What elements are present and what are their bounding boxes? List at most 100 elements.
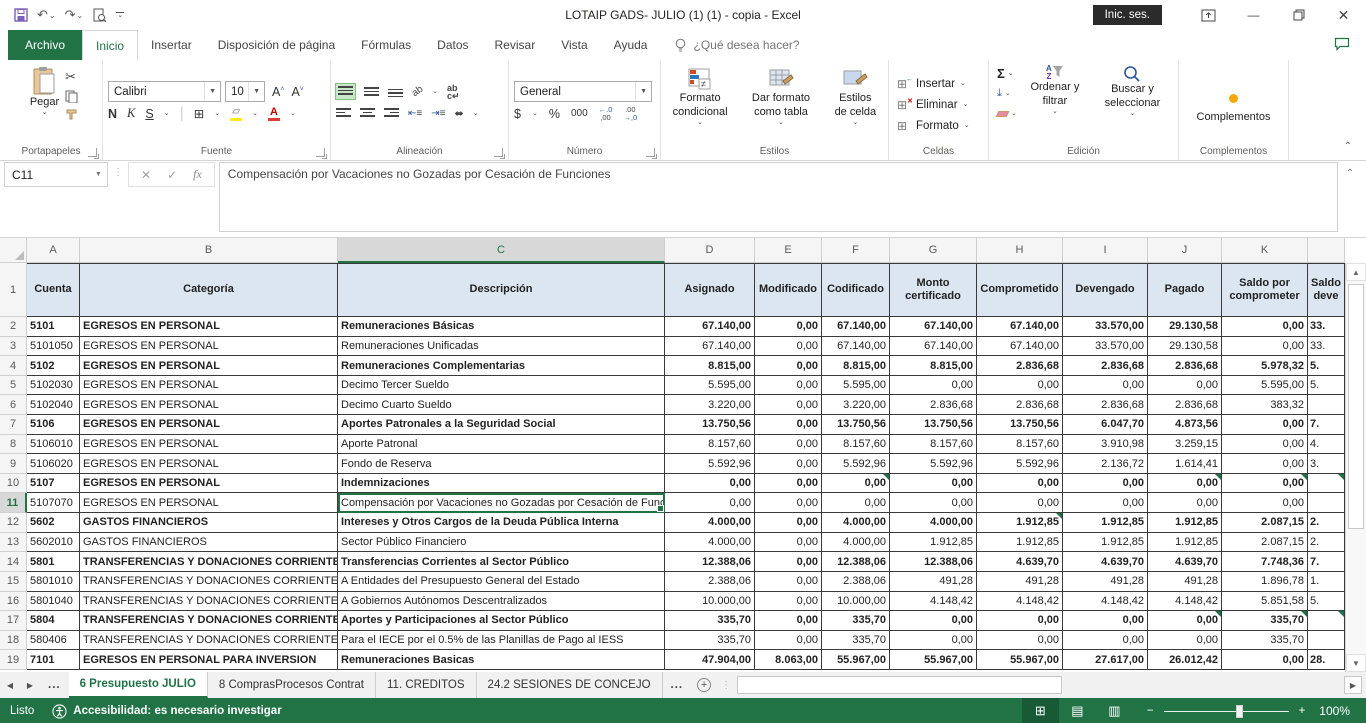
column-header-C[interactable]: C bbox=[338, 238, 665, 263]
cell-I13[interactable]: 1.912,85 bbox=[1063, 533, 1148, 553]
align-left-icon[interactable] bbox=[336, 108, 351, 119]
cell-F12[interactable]: 4.000,00 bbox=[822, 513, 890, 533]
cell-L11[interactable] bbox=[1308, 493, 1345, 513]
comments-icon[interactable] bbox=[1334, 37, 1350, 51]
cell-G5[interactable]: 0,00 bbox=[890, 376, 977, 396]
cell-F10[interactable]: 0,00 bbox=[822, 474, 890, 494]
cell-E2[interactable]: 0,00 bbox=[755, 317, 822, 337]
cell-A10[interactable]: 5107 bbox=[27, 474, 80, 494]
cell-L13[interactable]: 2. bbox=[1308, 533, 1345, 553]
column-header-E[interactable]: E bbox=[755, 238, 822, 263]
cell-K16[interactable]: 5.851,58 bbox=[1222, 592, 1308, 612]
cell-B5[interactable]: EGRESOS EN PERSONAL bbox=[80, 376, 338, 396]
print-preview-icon[interactable] bbox=[92, 8, 107, 23]
cell-I12[interactable]: 1.912,85 bbox=[1063, 513, 1148, 533]
confirm-entry-icon[interactable]: ✓ bbox=[167, 168, 177, 182]
decrease-font-icon[interactable]: A˅ bbox=[291, 85, 303, 99]
delete-cells-button[interactable]: ⊞✕Eliminar⌄ bbox=[891, 94, 974, 115]
cell-B19[interactable]: EGRESOS EN PERSONAL PARA INVERSION bbox=[80, 650, 338, 670]
cell-F7[interactable]: 13.750,56 bbox=[822, 415, 890, 435]
cell-L9[interactable]: 3. bbox=[1308, 454, 1345, 474]
cell-E16[interactable]: 0,00 bbox=[755, 592, 822, 612]
cell-J3[interactable]: 29.130,58 bbox=[1148, 337, 1222, 357]
cell-A3[interactable]: 5101050 bbox=[27, 337, 80, 357]
cell-E17[interactable]: 0,00 bbox=[755, 611, 822, 631]
cell-E7[interactable]: 0,00 bbox=[755, 415, 822, 435]
header-cell-F[interactable]: Codificado bbox=[822, 263, 890, 317]
cell-C4[interactable]: Remuneraciones Complementarias bbox=[338, 356, 665, 376]
cell-D16[interactable]: 10.000,00 bbox=[665, 592, 755, 612]
column-header-B[interactable]: B bbox=[80, 238, 338, 263]
fill-button[interactable]: ⤓⌄ bbox=[997, 85, 1017, 102]
cell-H10[interactable]: 0,00 bbox=[977, 474, 1063, 494]
column-header-partial[interactable] bbox=[1308, 238, 1345, 263]
cell-A5[interactable]: 5102030 bbox=[27, 376, 80, 396]
header-cell-partial[interactable]: Saldo deve bbox=[1308, 263, 1345, 317]
namebox-splitter[interactable]: ⋮ bbox=[108, 162, 128, 178]
cell-K8[interactable]: 0,00 bbox=[1222, 435, 1308, 455]
cell-I10[interactable]: 0,00 bbox=[1063, 474, 1148, 494]
orientation-icon[interactable]: ab bbox=[410, 84, 425, 99]
format-as-table-button[interactable]: Dar formato como tabla⌄ bbox=[739, 66, 823, 128]
cell-J19[interactable]: 26.012,42 bbox=[1148, 650, 1222, 670]
cell-H16[interactable]: 4.148,42 bbox=[977, 592, 1063, 612]
scroll-down-icon[interactable]: ▼ bbox=[1346, 654, 1366, 672]
header-cell-H[interactable]: Comprometido bbox=[977, 263, 1063, 317]
cell-H3[interactable]: 67.140,00 bbox=[977, 337, 1063, 357]
currency-format-icon[interactable]: $ bbox=[514, 107, 521, 121]
cell-K17[interactable]: 335,70 bbox=[1222, 611, 1308, 631]
decrease-indent-icon[interactable]: ⇤≡ bbox=[408, 108, 422, 119]
cell-G2[interactable]: 67.140,00 bbox=[890, 317, 977, 337]
cell-E5[interactable]: 0,00 bbox=[755, 376, 822, 396]
cell-D15[interactable]: 2.388,06 bbox=[665, 572, 755, 592]
cell-H6[interactable]: 2.836,68 bbox=[977, 395, 1063, 415]
cell-C7[interactable]: Aportes Patronales a la Seguridad Social bbox=[338, 415, 665, 435]
cell-D4[interactable]: 8.815,00 bbox=[665, 356, 755, 376]
cell-B12[interactable]: GASTOS FINANCIEROS bbox=[80, 513, 338, 533]
cell-G3[interactable]: 67.140,00 bbox=[890, 337, 977, 357]
cell-K15[interactable]: 1.896,78 bbox=[1222, 572, 1308, 592]
header-cell-I[interactable]: Devengado bbox=[1063, 263, 1148, 317]
align-center-icon[interactable] bbox=[360, 108, 375, 119]
cell-K19[interactable]: 0,00 bbox=[1222, 650, 1308, 670]
cell-A11[interactable]: 5107070 bbox=[27, 493, 80, 513]
page-layout-view-icon[interactable]: ▤ bbox=[1059, 698, 1096, 723]
cell-C15[interactable]: A Entidades del Presupuesto General del … bbox=[338, 572, 665, 592]
cell-B15[interactable]: TRANSFERENCIAS Y DONACIONES CORRIENTES bbox=[80, 572, 338, 592]
tab-scroll-splitter[interactable]: ⋮ bbox=[717, 672, 735, 698]
cell-E11[interactable]: 0,00 bbox=[755, 493, 822, 513]
cell-E13[interactable]: 0,00 bbox=[755, 533, 822, 553]
sheet-tab-24-2-sesiones-de-concejo[interactable]: 24.2 SESIONES DE CONCEJO bbox=[477, 672, 663, 698]
cell-B6[interactable]: EGRESOS EN PERSONAL bbox=[80, 395, 338, 415]
cell-B14[interactable]: TRANSFERENCIAS Y DONACIONES CORRIENTES bbox=[80, 552, 338, 572]
cell-L12[interactable]: 2. bbox=[1308, 513, 1345, 533]
ribbon-tab-datos[interactable]: Datos bbox=[424, 30, 481, 60]
insert-cells-button[interactable]: ⊞←Insertar⌄ bbox=[891, 73, 972, 94]
cell-G10[interactable]: 0,00 bbox=[890, 474, 977, 494]
font-color-icon[interactable]: A bbox=[268, 107, 280, 121]
vertical-scrollbar[interactable]: ▲ ▼ bbox=[1345, 263, 1366, 672]
column-header-J[interactable]: J bbox=[1148, 238, 1222, 263]
cell-G12[interactable]: 4.000,00 bbox=[890, 513, 977, 533]
ribbon-tab-fórmulas[interactable]: Fórmulas bbox=[348, 30, 424, 60]
normal-view-icon[interactable]: ⊞ bbox=[1022, 698, 1059, 723]
cell-F8[interactable]: 8.157,60 bbox=[822, 435, 890, 455]
row-header-11[interactable]: 11 bbox=[0, 493, 27, 513]
cell-H18[interactable]: 0,00 bbox=[977, 631, 1063, 651]
cell-J5[interactable]: 0,00 bbox=[1148, 376, 1222, 396]
cell-I11[interactable]: 0,00 bbox=[1063, 493, 1148, 513]
row-header-8[interactable]: 8 bbox=[0, 435, 27, 455]
autosum-button[interactable]: Σ⌄ bbox=[997, 65, 1017, 82]
cell-styles-button[interactable]: Estilos de celda⌄ bbox=[825, 66, 886, 128]
cell-J4[interactable]: 2.836,68 bbox=[1148, 356, 1222, 376]
cell-G6[interactable]: 2.836,68 bbox=[890, 395, 977, 415]
cell-A16[interactable]: 5801040 bbox=[27, 592, 80, 612]
column-header-G[interactable]: G bbox=[890, 238, 977, 263]
cell-E4[interactable]: 0,00 bbox=[755, 356, 822, 376]
cell-C9[interactable]: Fondo de Reserva bbox=[338, 454, 665, 474]
cell-D10[interactable]: 0,00 bbox=[665, 474, 755, 494]
cell-C17[interactable]: Aportes y Participaciones al Sector Públ… bbox=[338, 611, 665, 631]
cell-I8[interactable]: 3.910,98 bbox=[1063, 435, 1148, 455]
row-header-12[interactable]: 12 bbox=[0, 513, 27, 533]
row-header-17[interactable]: 17 bbox=[0, 611, 27, 631]
